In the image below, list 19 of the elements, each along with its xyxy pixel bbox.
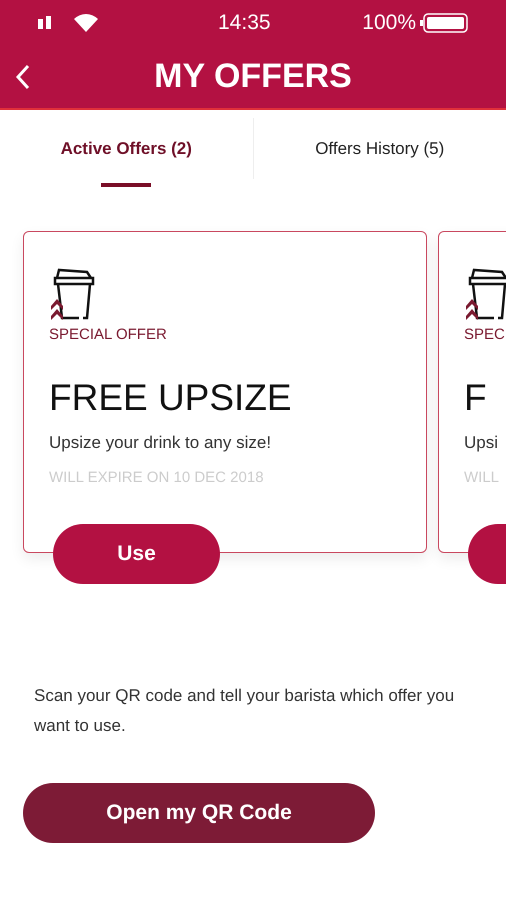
cup-icon — [464, 266, 506, 322]
use-button[interactable]: Use — [53, 524, 220, 584]
offer-label: SPECIAL OFFER — [49, 326, 168, 343]
battery-percent: 100% — [362, 10, 416, 34]
offer-title: FREE UPSIZE — [49, 377, 293, 419]
status-time: 14:35 — [218, 10, 272, 34]
wifi-icon — [74, 14, 98, 32]
offer-description: Upsi — [464, 433, 500, 453]
page-title: MY OFFERS — [154, 57, 352, 96]
tab[interactable]: Active Offers (2) — [0, 110, 252, 187]
offer-title: F — [464, 377, 488, 419]
signal-icon — [38, 16, 52, 29]
offer-label: SPEC — [464, 326, 506, 343]
offer-description: Upsize your drink to any size! — [49, 433, 272, 453]
instructions-text: Scan your QR code and tell your barista which offer you want to use. — [34, 685, 456, 737]
cup-icon — [49, 266, 97, 322]
battery-icon — [420, 12, 468, 32]
tab[interactable]: Offers History (5) — [254, 110, 506, 187]
open-qr-button[interactable]: Open my QR Code — [23, 783, 375, 843]
